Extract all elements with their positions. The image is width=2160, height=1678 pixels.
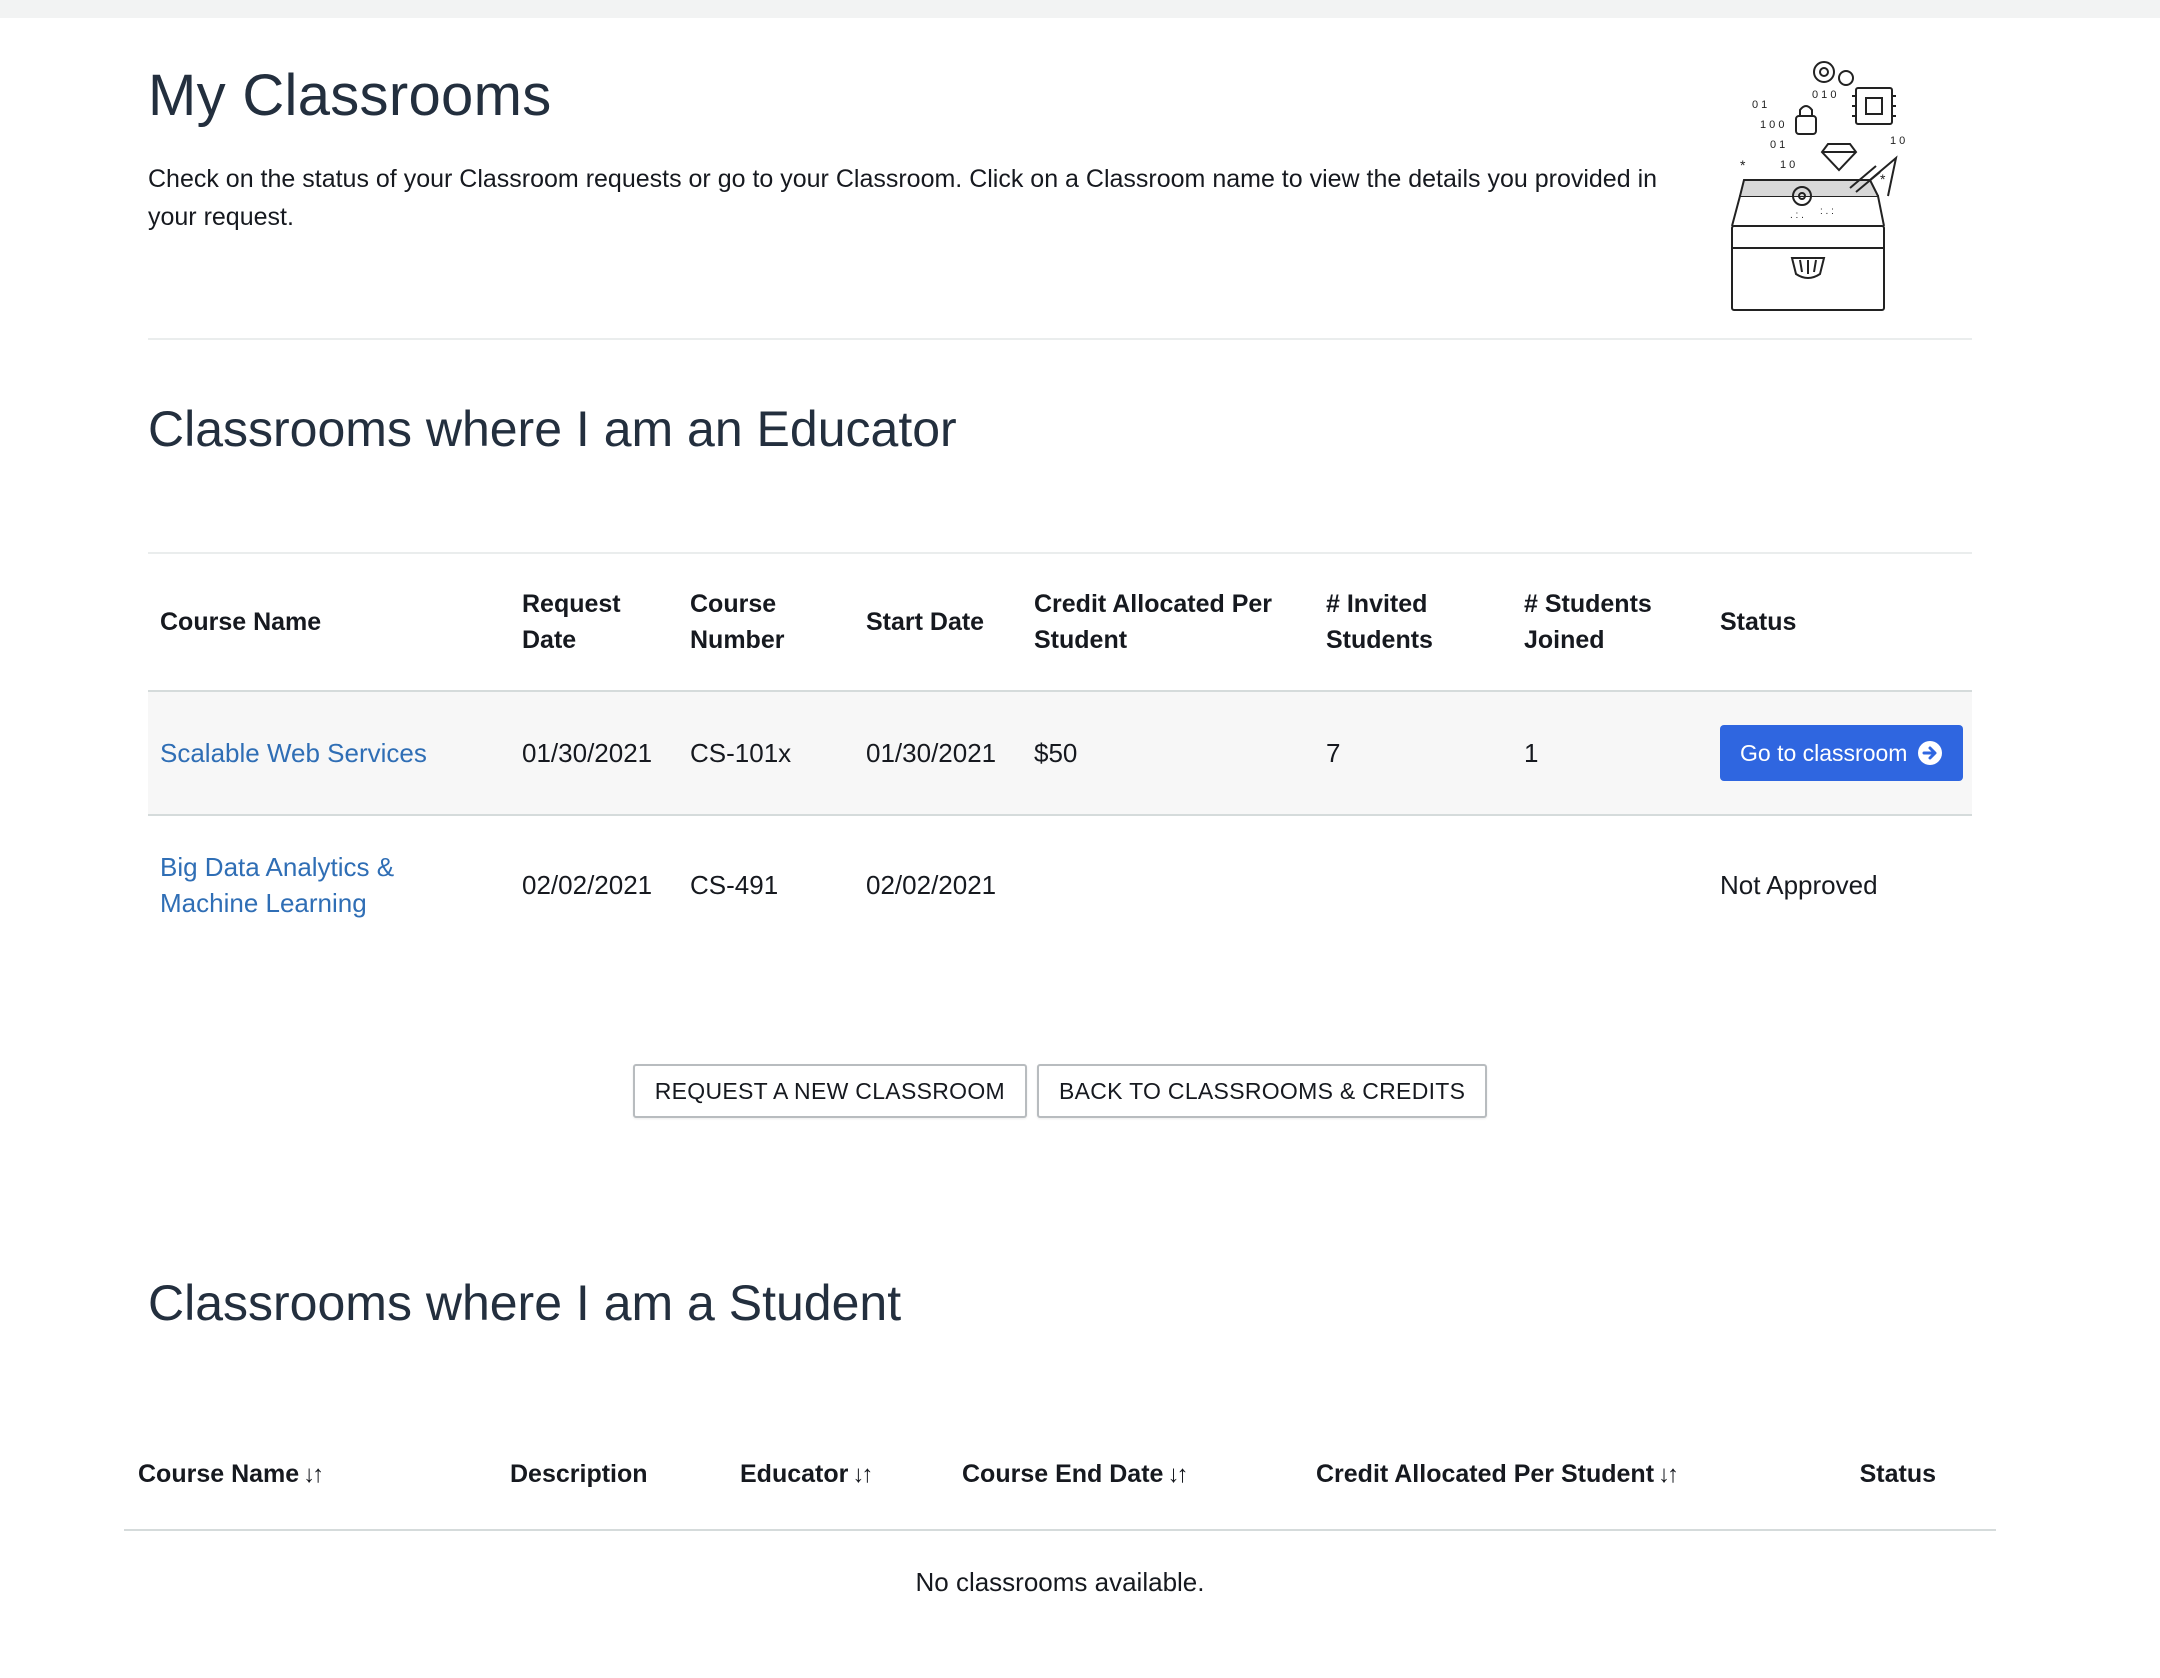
- page-title: My Classrooms: [148, 63, 552, 128]
- table-row: Scalable Web Services 01/30/2021 CS-101x…: [148, 691, 1972, 815]
- educator-classrooms-table: Course Name Request Date Course Number S…: [148, 552, 1972, 953]
- status-text: Not Approved: [1720, 869, 1878, 900]
- students-joined-cell: [1512, 815, 1708, 953]
- col-credit-allocated-sortable[interactable]: Credit Allocated Per Student ↓↑: [1302, 1420, 1722, 1530]
- go-to-classroom-button[interactable]: Go to classroom: [1720, 725, 1964, 781]
- col-request-date: Request Date: [522, 590, 621, 654]
- col-course-end-date-sortable[interactable]: Course End Date ↓↑: [948, 1420, 1302, 1530]
- start-date-cell: 01/30/2021: [866, 738, 997, 768]
- svg-text:0 1: 0 1: [1752, 99, 1767, 111]
- col-description: Description: [510, 1460, 648, 1488]
- request-new-classroom-button[interactable]: REQUEST A NEW CLASSROOM: [632, 1064, 1027, 1118]
- empty-message: No classrooms available.: [915, 1566, 1205, 1597]
- back-to-classrooms-button[interactable]: BACK TO CLASSROOMS & CREDITS: [1036, 1064, 1488, 1118]
- col-status: Status: [1720, 608, 1797, 636]
- request-date-cell: 02/02/2021: [522, 869, 653, 900]
- col-course-name: Course Name: [160, 608, 322, 636]
- credit-cell: $50: [1034, 738, 1078, 768]
- invited-students-cell: [1314, 815, 1512, 953]
- treasure-chest-illustration: 0 1 1 0 0 0 1 1 0 0 1 0 1 0 * * . : . : …: [1731, 61, 1905, 311]
- col-start-date: Start Date: [866, 608, 985, 636]
- col-educator-sortable[interactable]: Educator ↓↑: [726, 1420, 948, 1530]
- course-number-cell: CS-101x: [690, 738, 792, 768]
- svg-text:1 0: 1 0: [1780, 159, 1795, 171]
- page-intro: Check on the status of your Classroom re…: [148, 165, 1658, 231]
- credit-cell: [1022, 815, 1314, 953]
- section-divider: [148, 338, 1972, 340]
- svg-text:: . :: : . :: [1820, 206, 1834, 217]
- svg-text:1 0 0: 1 0 0: [1760, 119, 1784, 131]
- top-bar: [0, 0, 2160, 18]
- col-course-number: Course Number: [690, 590, 785, 654]
- start-date-cell: 02/02/2021: [866, 869, 997, 900]
- sort-arrows-icon: ↓↑: [1658, 1461, 1679, 1488]
- status-cell: Go to classroom: [1708, 691, 1972, 815]
- svg-text:*: *: [1880, 171, 1886, 187]
- invited-students-cell: 7: [1326, 738, 1341, 768]
- svg-text:0 1: 0 1: [1770, 139, 1785, 151]
- table-row: Big Data Analytics & Machine Learning 02…: [148, 815, 1972, 953]
- student-classrooms-table: Course Name ↓↑ Description Educator ↓↑ Cou…: [124, 1420, 1996, 1633]
- arrow-circle-right-icon: [1918, 741, 1943, 765]
- col-invited-students: # Invited Students: [1326, 590, 1433, 654]
- sort-arrows-icon: ↓↑: [1167, 1461, 1188, 1488]
- student-section-title: Classrooms where I am a Student: [148, 1275, 902, 1331]
- request-date-cell: 01/30/2021: [522, 738, 653, 768]
- col-course-name-sortable[interactable]: Course Name ↓↑: [124, 1420, 496, 1530]
- course-name-link[interactable]: Scalable Web Services: [160, 738, 427, 768]
- course-number-cell: CS-491: [690, 869, 779, 900]
- classroom-actions: REQUEST A NEW CLASSROOM BACK TO CLASSROO…: [0, 1064, 2120, 1118]
- svg-text:*: *: [1740, 157, 1746, 173]
- table-header-row: Course Name Request Date Course Number S…: [148, 553, 1972, 691]
- educator-section-title: Classrooms where I am an Educator: [148, 401, 957, 457]
- empty-row: No classrooms available.: [124, 1530, 1996, 1633]
- svg-text:1 0: 1 0: [1890, 135, 1905, 147]
- col-students-joined: # Students Joined: [1524, 590, 1652, 654]
- table-header-row: Course Name ↓↑ Description Educator ↓↑ Cou…: [124, 1420, 1996, 1530]
- course-name-link[interactable]: Big Data Analytics & Machine Learning: [160, 852, 394, 918]
- svg-text:0 1 0: 0 1 0: [1812, 89, 1836, 101]
- col-status: Status: [1859, 1460, 1936, 1488]
- students-joined-cell: 1: [1524, 738, 1539, 768]
- sort-arrows-icon: ↓↑: [303, 1461, 324, 1488]
- sort-arrows-icon: ↓↑: [852, 1461, 873, 1488]
- go-to-classroom-label: Go to classroom: [1740, 739, 1908, 766]
- col-credit-allocated: Credit Allocated Per Student: [1034, 590, 1273, 654]
- svg-text:. : .: . : .: [1790, 210, 1804, 221]
